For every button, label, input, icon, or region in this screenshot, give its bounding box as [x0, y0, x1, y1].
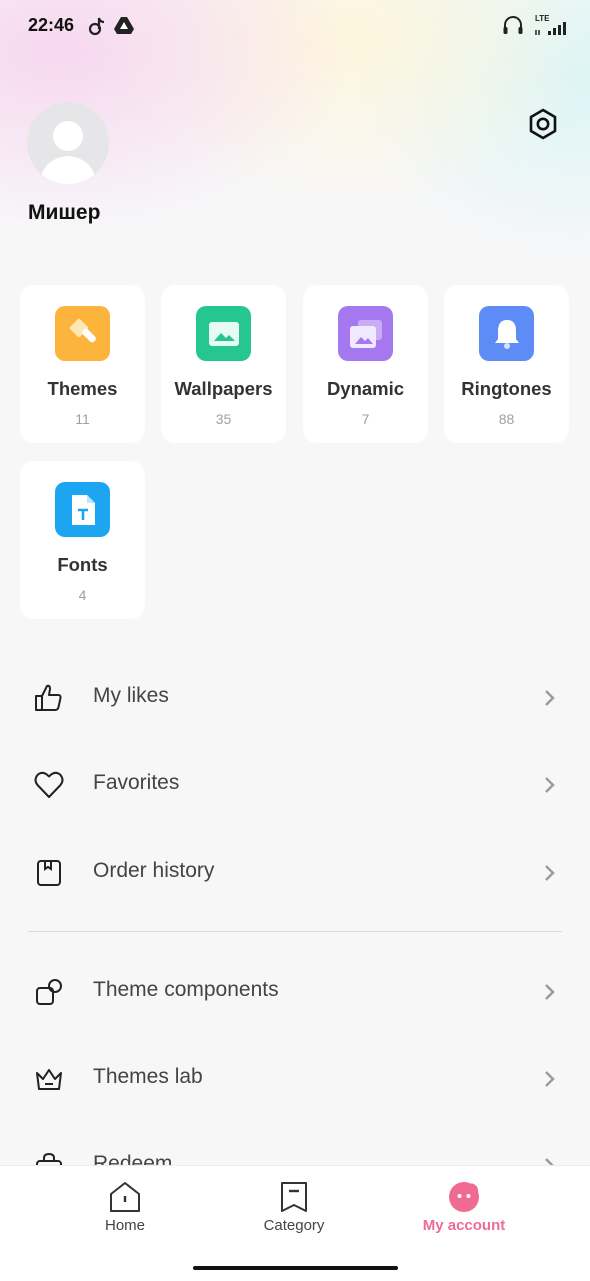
menu-item-order-history[interactable]: Order history: [0, 843, 590, 903]
category-card-dynamic[interactable]: Dynamic 7: [303, 285, 428, 443]
category-count: 7: [361, 411, 370, 427]
menu-item-label: Themes lab: [93, 1065, 203, 1088]
menu-item-label: Order history: [93, 859, 215, 882]
headphones-icon: [503, 16, 523, 34]
category-card-themes[interactable]: Themes 11: [20, 285, 145, 443]
category-card-fonts[interactable]: Fonts 4: [20, 461, 145, 619]
image-icon: [208, 321, 239, 346]
smiley-account-icon: [449, 1182, 479, 1212]
heart-icon: [34, 771, 64, 798]
status-time: 22:46: [28, 15, 75, 35]
category-count: 35: [215, 411, 232, 427]
layers-icon: [349, 319, 382, 348]
nav-label: My account: [422, 1217, 506, 1234]
chevron-right-icon: [545, 690, 555, 706]
avatar[interactable]: [27, 102, 109, 184]
settings-gear-icon[interactable]: [526, 107, 560, 141]
tiktok-icon: [88, 17, 105, 36]
menu-item-themes-lab[interactable]: Themes lab: [0, 1049, 590, 1109]
components-icon: [36, 979, 62, 1005]
chevron-right-icon: [545, 865, 555, 881]
menu-item-theme-components[interactable]: Theme components: [0, 962, 590, 1022]
home-icon: [110, 1182, 140, 1212]
google-drive-icon: [114, 17, 134, 34]
bell-icon: [494, 319, 519, 349]
wallpapers-icon-tile: [196, 306, 251, 361]
fonts-icon-tile: [55, 482, 110, 537]
font-file-icon: [71, 494, 95, 525]
menu-item-my-likes[interactable]: My likes: [0, 668, 590, 728]
chevron-right-icon: [545, 1071, 555, 1087]
menu-item-label: Theme components: [93, 978, 279, 1001]
category-icon: [281, 1182, 307, 1212]
category-label: Fonts: [57, 554, 108, 575]
themes-icon-tile: [55, 306, 110, 361]
category-count: 88: [498, 411, 515, 427]
category-label: Wallpapers: [174, 378, 273, 399]
chevron-right-icon: [545, 984, 555, 1000]
nav-category[interactable]: Category: [204, 1166, 384, 1246]
nav-my-account[interactable]: My account: [374, 1166, 554, 1246]
category-label: Themes: [47, 378, 118, 399]
signal-icon: [535, 22, 566, 35]
thumbs-up-icon: [35, 684, 62, 711]
brush-icon: [69, 318, 96, 342]
menu-item-label: Favorites: [93, 771, 180, 794]
menu-item-favorites[interactable]: Favorites: [0, 755, 590, 815]
category-label: Dynamic: [326, 378, 405, 399]
chevron-right-icon: [545, 777, 555, 793]
dynamic-icon-tile: [338, 306, 393, 361]
nav-home[interactable]: Home: [35, 1166, 215, 1246]
crown-icon: [36, 1069, 62, 1090]
category-card-wallpapers[interactable]: Wallpapers 35: [161, 285, 286, 443]
category-count: 4: [78, 587, 87, 603]
menu-item-label: My likes: [93, 684, 169, 707]
default-avatar-icon: [39, 121, 97, 184]
home-indicator-bar[interactable]: [193, 1266, 398, 1270]
nav-label: Home: [104, 1217, 145, 1234]
bookmark-box-icon: [37, 860, 61, 886]
category-count: 11: [75, 411, 90, 427]
profile-name[interactable]: Мишер: [28, 201, 100, 225]
nav-label: Category: [263, 1217, 325, 1234]
category-label: Ringtones: [461, 378, 552, 399]
status-bar: 22:46 LTE: [0, 0, 590, 52]
menu-divider: [28, 931, 562, 932]
ringtones-icon-tile: [479, 306, 534, 361]
category-card-ringtones[interactable]: Ringtones 88: [444, 285, 569, 443]
bottom-navigation: Home Category My account: [0, 1165, 590, 1281]
